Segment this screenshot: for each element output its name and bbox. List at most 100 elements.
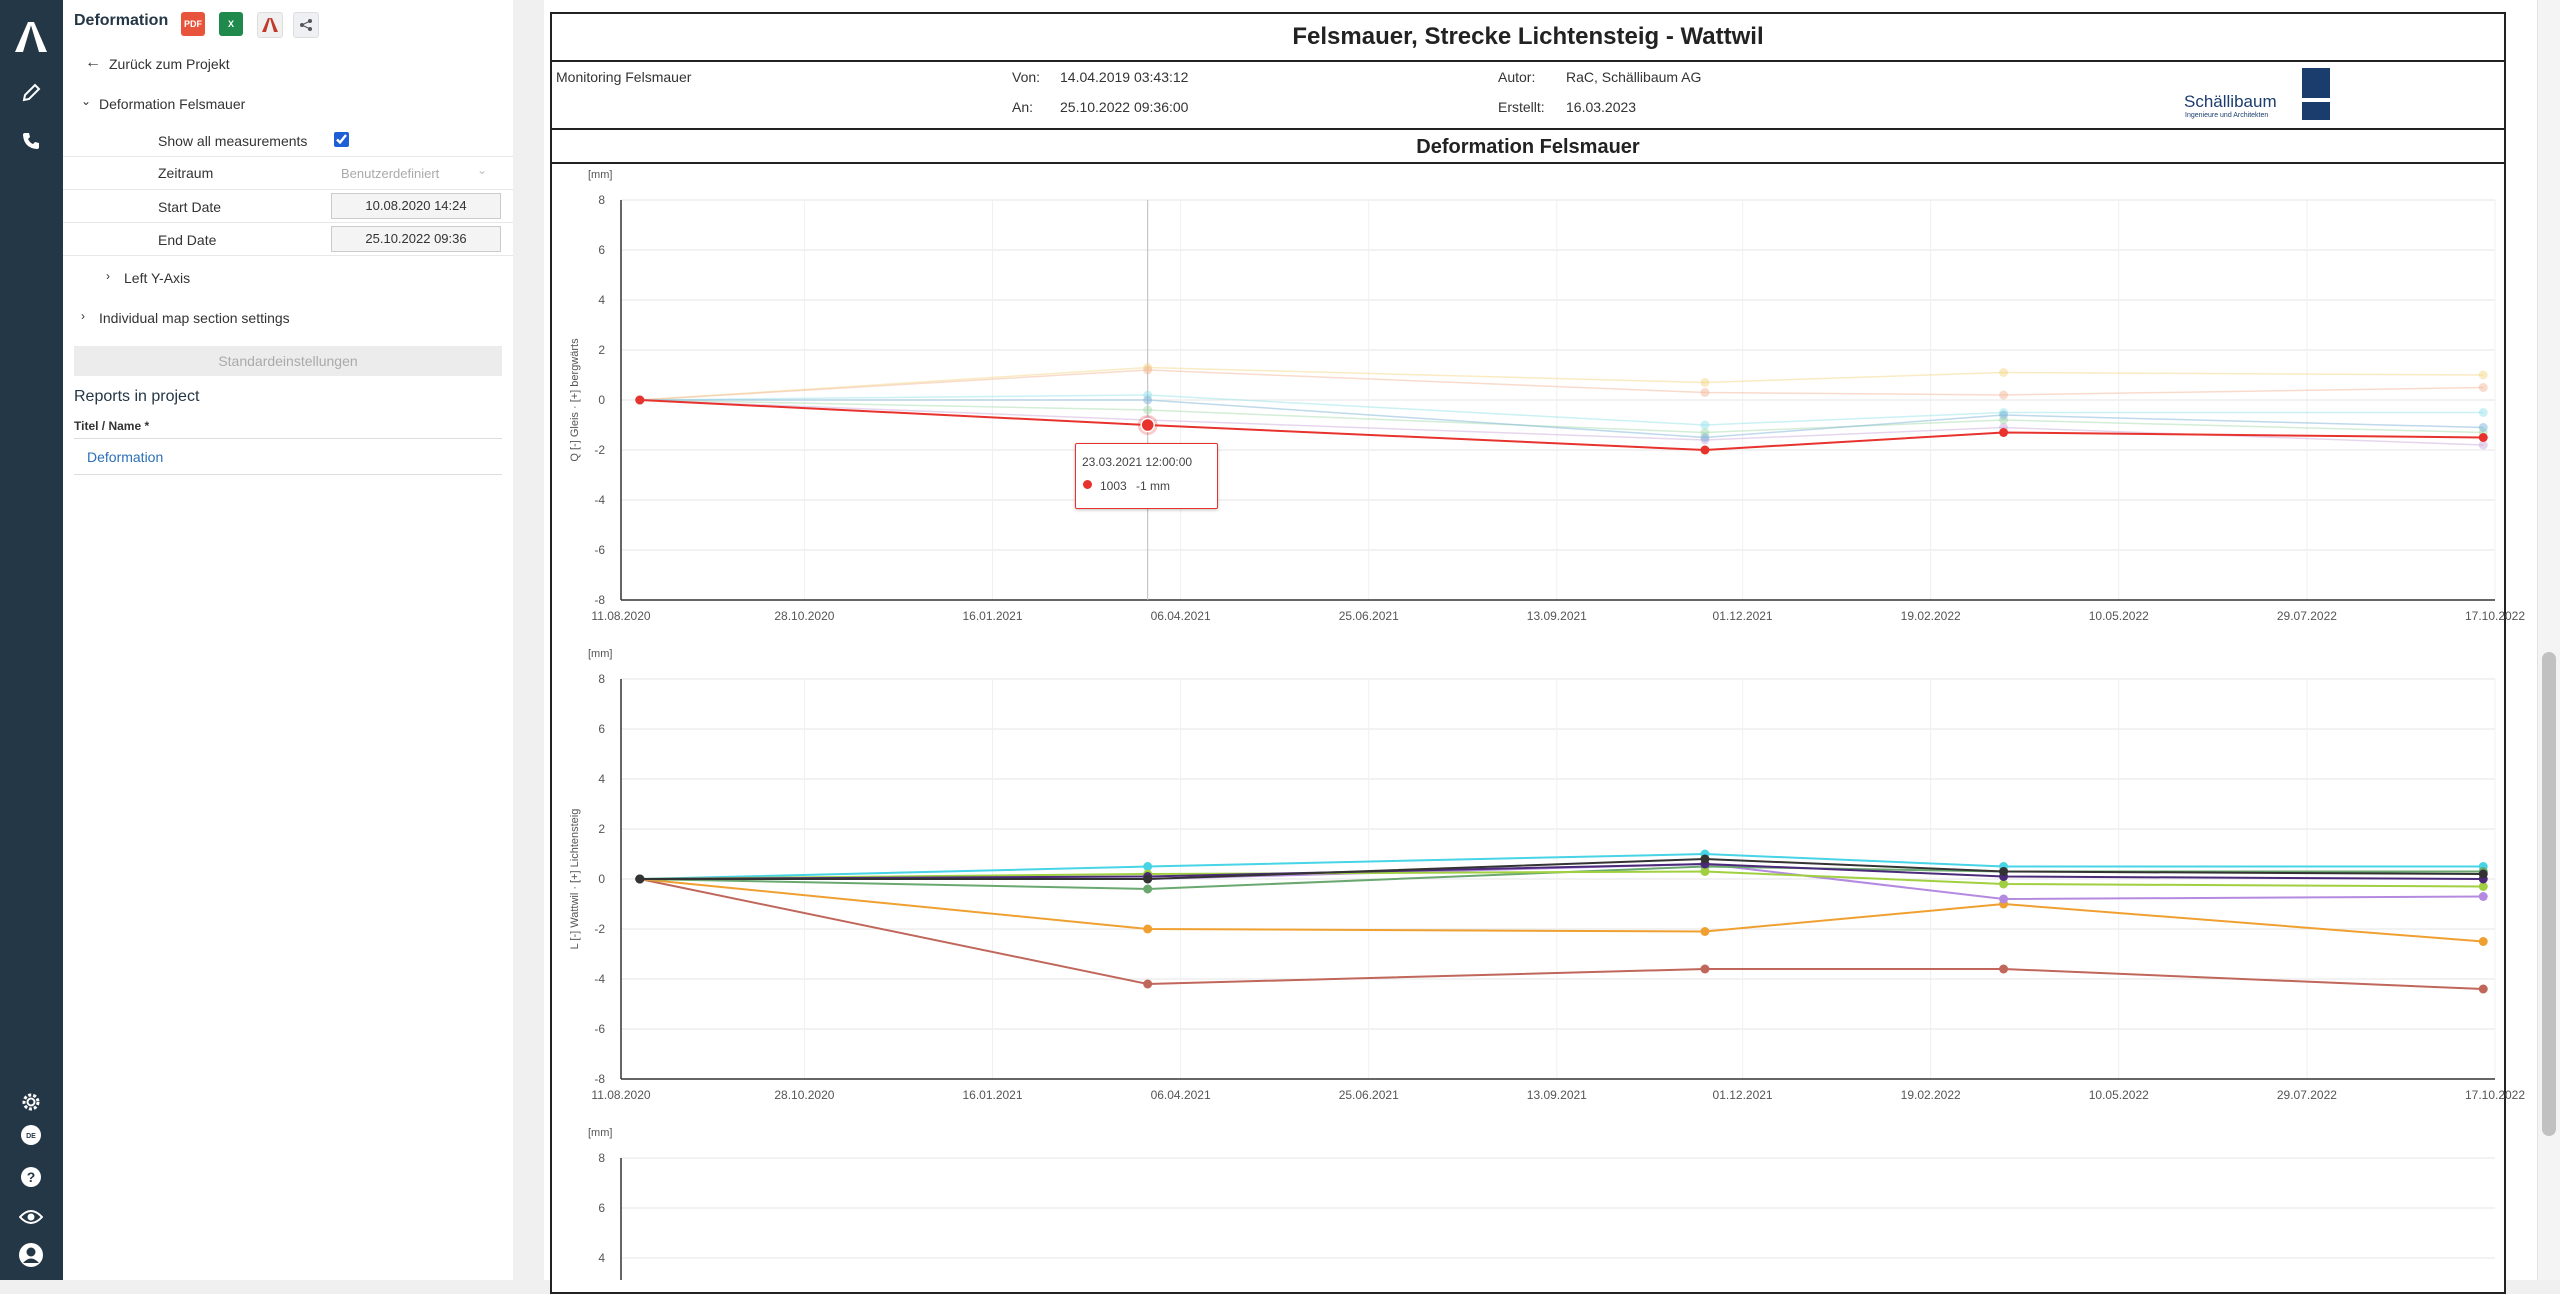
end-date-input[interactable]: 25.10.2022 09:36 bbox=[331, 226, 501, 252]
data-point bbox=[1700, 378, 1710, 387]
chevron-right-icon: › bbox=[81, 309, 85, 323]
arrow-left-icon: ← bbox=[85, 54, 101, 71]
data-point bbox=[2478, 937, 2488, 946]
y-tick-label: 6 bbox=[598, 1201, 605, 1215]
show-all-checkbox[interactable] bbox=[334, 132, 349, 147]
series-line bbox=[639, 862, 2484, 901]
share-icon[interactable] bbox=[293, 12, 319, 38]
excel-icon[interactable]: X bbox=[219, 12, 243, 36]
series-line bbox=[639, 399, 2484, 446]
reports-column-header[interactable]: Titel / Name * bbox=[74, 414, 502, 439]
data-point bbox=[1700, 854, 1710, 864]
x-tick-label: 10.05.2022 bbox=[2089, 1088, 2149, 1102]
y-tick-label: 4 bbox=[598, 772, 605, 786]
data-point bbox=[1143, 874, 1153, 884]
data-point bbox=[635, 395, 645, 405]
end-date-row: End Date 25.10.2022 09:36 bbox=[63, 223, 513, 256]
data-point bbox=[1143, 365, 1153, 375]
x-tick-label: 16.01.2021 bbox=[962, 1088, 1022, 1102]
unit-label: [mm] bbox=[588, 648, 612, 660]
data-point bbox=[1143, 405, 1153, 415]
y-tick-label: -8 bbox=[594, 1072, 605, 1086]
data-point bbox=[1700, 433, 1710, 442]
data-point bbox=[2478, 433, 2488, 442]
settings-panel: Deformation PDF X ← Zurück zum Projekt ⌄… bbox=[63, 0, 514, 1280]
data-point bbox=[2478, 423, 2488, 432]
y-axis-label: Q [-] Gleis · [+] bergwärts bbox=[569, 338, 581, 462]
data-point bbox=[2478, 984, 2488, 994]
data-point bbox=[1999, 410, 2009, 420]
acrobat-icon[interactable] bbox=[257, 12, 283, 38]
hovered-point bbox=[1140, 417, 1155, 433]
phone-icon[interactable] bbox=[14, 124, 48, 158]
x-tick-label: 19.02.2022 bbox=[1901, 1088, 1961, 1102]
data-point bbox=[1700, 388, 1710, 397]
section-toggle-deformation[interactable]: ⌄ Deformation Felsmauer bbox=[63, 94, 513, 116]
zeitraum-row: Zeitraum Benutzerdefiniert ⌄ bbox=[63, 157, 513, 190]
settings-icon[interactable] bbox=[14, 1085, 48, 1119]
chart-tooltip: 23.03.2021 12:00:00 1003 -1 mm bbox=[1075, 443, 1218, 509]
data-point bbox=[1999, 867, 2009, 876]
y-tick-label: 8 bbox=[598, 672, 605, 686]
y-tick-label: 2 bbox=[598, 822, 605, 836]
x-tick-label: 13.09.2021 bbox=[1527, 1088, 1587, 1102]
y-tick-label: -4 bbox=[594, 493, 605, 507]
data-point bbox=[1999, 428, 2009, 437]
default-settings-button[interactable]: Standardeinstellungen bbox=[74, 346, 502, 376]
series-line bbox=[639, 369, 2484, 401]
language-icon[interactable]: DE bbox=[14, 1118, 48, 1152]
y-tick-label: 4 bbox=[598, 1251, 605, 1265]
x-tick-label: 06.04.2021 bbox=[1151, 609, 1211, 623]
data-point bbox=[2478, 408, 2488, 417]
data-point bbox=[1700, 927, 1710, 936]
data-point bbox=[2478, 869, 2488, 879]
scroll-thumb[interactable] bbox=[2542, 652, 2556, 1136]
y-tick-label: -2 bbox=[594, 443, 605, 457]
series-line bbox=[639, 878, 2484, 990]
x-tick-label: 01.12.2021 bbox=[1713, 609, 1773, 623]
panel-gutter bbox=[513, 0, 544, 1280]
x-tick-label: 25.06.2021 bbox=[1339, 1088, 1399, 1102]
data-point bbox=[1999, 964, 2009, 974]
individual-settings-toggle[interactable]: › Individual map section settings bbox=[63, 308, 513, 330]
data-point bbox=[1999, 368, 2009, 377]
data-point bbox=[1700, 420, 1710, 430]
data-point bbox=[2478, 370, 2488, 380]
back-to-project-link[interactable]: ← Zurück zum Projekt bbox=[63, 54, 513, 76]
edit-icon[interactable] bbox=[14, 76, 48, 110]
x-tick-label: 29.07.2022 bbox=[2277, 609, 2337, 623]
user-icon[interactable] bbox=[14, 1238, 48, 1272]
report-link-deformation[interactable]: Deformation bbox=[87, 449, 163, 465]
start-date-input[interactable]: 10.08.2020 14:24 bbox=[331, 193, 501, 219]
y-tick-label: -2 bbox=[594, 922, 605, 936]
help-icon[interactable]: ? bbox=[14, 1160, 48, 1194]
app-logo-icon[interactable] bbox=[14, 20, 48, 54]
svg-text:DE: DE bbox=[26, 1133, 36, 1140]
y-tick-label: 2 bbox=[598, 343, 605, 357]
chevron-right-icon: › bbox=[106, 269, 110, 283]
tooltip-date: 23.03.2021 12:00:00 bbox=[1082, 455, 1193, 469]
report-canvas: Felsmauer, Strecke Lichtensteig - Wattwi… bbox=[544, 0, 2537, 1294]
pdf-icon[interactable]: PDF bbox=[181, 12, 205, 36]
y-tick-label: -6 bbox=[594, 543, 605, 557]
zeitraum-select[interactable]: Benutzerdefiniert bbox=[341, 166, 439, 181]
y-tick-label: 0 bbox=[598, 393, 605, 407]
unit-label: [mm] bbox=[588, 169, 612, 181]
left-y-axis-toggle[interactable]: › Left Y-Axis bbox=[63, 268, 513, 290]
x-tick-label: 28.10.2020 bbox=[774, 609, 834, 623]
x-tick-label: 11.08.2020 bbox=[591, 609, 650, 623]
report-scrollbar[interactable] bbox=[2537, 0, 2560, 1280]
eye-icon[interactable] bbox=[14, 1200, 48, 1234]
x-tick-label: 10.05.2022 bbox=[2089, 609, 2149, 623]
app-rail: DE ? bbox=[0, 0, 63, 1280]
y-tick-label: 6 bbox=[598, 722, 605, 736]
y-tick-label: -8 bbox=[594, 593, 605, 607]
x-tick-label: 11.08.2020 bbox=[591, 1088, 650, 1102]
data-point bbox=[2478, 383, 2488, 392]
x-tick-label: 16.01.2021 bbox=[962, 609, 1022, 623]
chevron-down-icon: ⌄ bbox=[477, 163, 488, 177]
x-tick-label: 17.10.2022 bbox=[2465, 609, 2525, 623]
y-tick-label: 8 bbox=[598, 193, 605, 207]
x-tick-label: 25.06.2021 bbox=[1339, 609, 1399, 623]
start-date-row: Start Date 10.08.2020 14:24 bbox=[63, 190, 513, 223]
